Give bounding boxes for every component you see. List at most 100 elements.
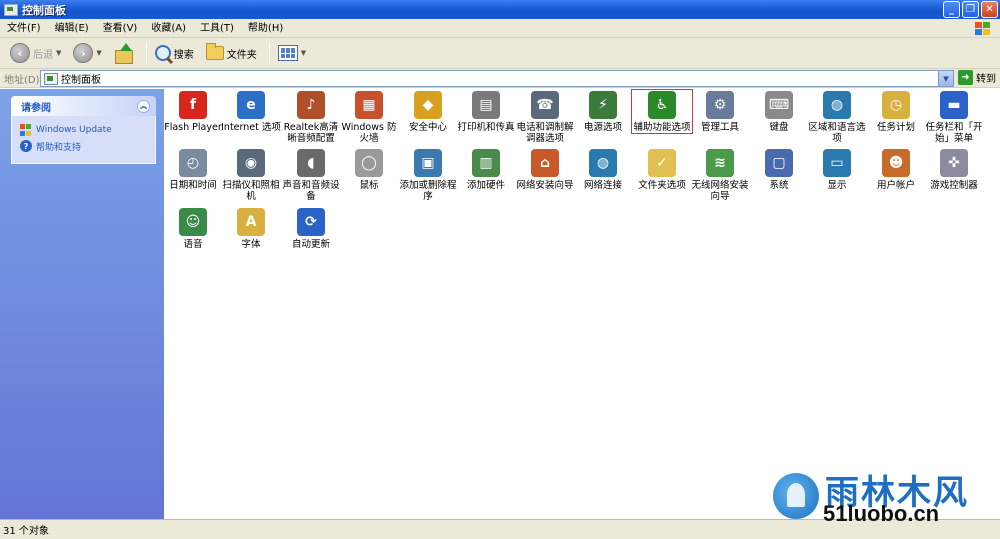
- shield-icon: ◆: [412, 90, 444, 120]
- scheduled-tasks-icon: ◷: [880, 90, 912, 120]
- control-panel-item[interactable]: ◍ 网络连接: [573, 148, 633, 191]
- control-panel-item[interactable]: f Flash Player: [163, 90, 223, 133]
- fonts-icon: A: [235, 207, 267, 237]
- collapse-chevron-icon[interactable]: ︽: [137, 99, 150, 113]
- auto-update-icon: ⟳: [295, 207, 327, 237]
- region-globe-icon: ◍: [821, 90, 853, 120]
- control-panel-item[interactable]: ◷ 任务计划: [866, 90, 926, 133]
- control-panel-item[interactable]: ✜ 游戏控制器: [924, 148, 984, 191]
- go-button[interactable]: ➜ 转到: [958, 70, 996, 85]
- toolbar-separator: [268, 42, 270, 64]
- control-panel-item[interactable]: ◴ 日期和时间: [163, 148, 223, 191]
- views-button[interactable]: ▼: [274, 40, 310, 66]
- title-bar: 控制面板 _ ❐ ✕: [0, 0, 1000, 19]
- forward-arrow-icon: ›: [73, 43, 94, 63]
- control-panel-item[interactable]: ≋ 无线网络安装向导: [690, 148, 750, 202]
- control-panel-item[interactable]: ⚙ 管理工具: [690, 90, 750, 133]
- menu-edit[interactable]: 编辑(E): [48, 19, 96, 38]
- control-panel-item[interactable]: ▬ 任务栏和「开始」菜单: [924, 90, 984, 144]
- control-panel-item-label: Realtek高清晰音频配置: [283, 122, 339, 144]
- control-panel-item[interactable]: ◖ 声音和音频设备: [281, 148, 341, 202]
- scanner-icon: ◉: [235, 148, 267, 178]
- control-panel-item[interactable]: ◉ 扫描仪和照相机: [221, 148, 281, 202]
- network-globe-icon: ◍: [587, 148, 619, 178]
- network-house-icon: ⌂: [529, 148, 561, 178]
- menu-help[interactable]: 帮助(H): [241, 19, 290, 38]
- control-panel-item-label: 区域和语言选项: [808, 122, 866, 144]
- control-panel-item[interactable]: ▭ 显示: [807, 148, 867, 191]
- control-panel-item[interactable]: e Internet 选项: [221, 90, 281, 133]
- back-button[interactable]: ‹ 后退 ▼: [6, 40, 65, 66]
- help-support-label: 帮助和支持: [36, 142, 82, 153]
- watermark: 雨林木风 51luobo.cn: [773, 465, 995, 527]
- control-panel-item[interactable]: ⌂ 网络安装向导: [515, 148, 575, 191]
- add-remove-icon: ▣: [412, 148, 444, 178]
- wireless-icon: ≋: [704, 148, 736, 178]
- control-panel-item[interactable]: ▢ 系统: [749, 148, 809, 191]
- go-label: 转到: [976, 74, 996, 85]
- chevron-down-icon: ▼: [56, 49, 62, 57]
- address-dropdown-button[interactable]: ▼: [938, 71, 953, 86]
- sound-icon: ◖: [295, 148, 327, 178]
- control-panel-item[interactable]: ⌨ 键盘: [749, 90, 809, 133]
- control-panel-item-label: 任务计划: [876, 122, 915, 133]
- close-button[interactable]: ✕: [981, 1, 998, 18]
- search-button[interactable]: 搜索: [151, 40, 198, 66]
- see-also-body: Windows Update ? 帮助和支持: [11, 116, 156, 164]
- speaker-icon: ♪: [295, 90, 327, 120]
- control-panel-icon: [4, 3, 18, 16]
- menu-favorites[interactable]: 收藏(A): [144, 19, 193, 38]
- control-panel-item[interactable]: ◍ 区域和语言选项: [807, 90, 867, 144]
- chevron-down-icon: ▼: [96, 49, 102, 57]
- maximize-button[interactable]: ❐: [962, 1, 979, 18]
- control-panel-item[interactable]: ♪ Realtek高清晰音频配置: [281, 90, 341, 144]
- forward-button[interactable]: › ▼: [69, 40, 105, 66]
- control-panel-item-label: 任务栏和「开始」菜单: [925, 122, 983, 144]
- minimize-button[interactable]: _: [943, 1, 960, 18]
- up-button[interactable]: [110, 40, 138, 66]
- control-panel-item[interactable]: ◆ 安全中心: [398, 90, 458, 133]
- address-input[interactable]: 控制面板 ▼: [40, 70, 954, 87]
- window-title: 控制面板: [22, 3, 66, 17]
- menu-tools[interactable]: 工具(T): [193, 19, 241, 38]
- control-panel-item[interactable]: A 字体: [221, 207, 281, 250]
- help-icon: ?: [20, 140, 32, 152]
- control-panel-item[interactable]: ⟳ 自动更新: [281, 207, 341, 250]
- menu-file[interactable]: 文件(F): [0, 19, 48, 38]
- control-panel-item-label: 日期和时间: [169, 180, 217, 191]
- display-icon: ▭: [821, 148, 853, 178]
- control-panel-item[interactable]: ◯ 鼠标: [339, 148, 399, 191]
- go-arrow-icon: ➜: [958, 70, 973, 85]
- menu-view[interactable]: 查看(V): [96, 19, 145, 38]
- windows-update-link[interactable]: Windows Update: [20, 123, 149, 137]
- address-label: 地址(D): [4, 74, 40, 86]
- control-panel-item-label: 系统: [769, 180, 789, 191]
- control-panel-item-label: 无线网络安装向导: [691, 180, 749, 202]
- control-panel-item[interactable]: ⚡ 电源选项: [573, 90, 633, 133]
- folder-options-icon: ✓: [646, 148, 678, 178]
- control-panel-icon: [44, 72, 58, 85]
- control-panel-item-label: 添加或删除程序: [399, 180, 457, 202]
- firewall-icon: ▦: [353, 90, 385, 120]
- see-also-header[interactable]: 请参阅 ︽: [11, 96, 156, 116]
- help-support-link[interactable]: ? 帮助和支持: [20, 139, 149, 153]
- restore-icon: ❐: [966, 3, 975, 15]
- control-panel-item[interactable]: ▥ 添加硬件: [456, 148, 516, 191]
- control-panel-item[interactable]: ☺ 语音: [163, 207, 223, 250]
- object-count: 31 个对象: [3, 526, 49, 537]
- control-panel-item[interactable]: ♿ 辅助功能选项: [631, 89, 693, 134]
- control-panel-item-label: 辅助功能选项: [633, 122, 691, 133]
- control-panel-item[interactable]: ▣ 添加或删除程序: [398, 148, 458, 202]
- menu-bar: 文件(F) 编辑(E) 查看(V) 收藏(A) 工具(T) 帮助(H): [0, 19, 1000, 38]
- control-panel-item-label: 声音和音频设备: [282, 180, 340, 202]
- control-panel-item-label: 电话和调制解调器选项: [516, 122, 574, 144]
- control-panel-item[interactable]: ☎ 电话和调制解调器选项: [515, 90, 575, 144]
- control-panel-item[interactable]: ☻ 用户帐户: [866, 148, 926, 191]
- control-panel-item[interactable]: ▦ Windows 防火墙: [339, 90, 399, 144]
- search-label: 搜索: [173, 49, 194, 61]
- control-panel-item[interactable]: ✓ 文件夹选项: [632, 148, 692, 191]
- control-panel-item-label: 语音: [183, 239, 203, 250]
- see-also-panel: 请参阅 ︽ Windows Update ? 帮助和支持: [11, 96, 156, 164]
- control-panel-item[interactable]: ▤ 打印机和传真: [456, 90, 516, 133]
- folders-button[interactable]: 文件夹: [202, 40, 261, 66]
